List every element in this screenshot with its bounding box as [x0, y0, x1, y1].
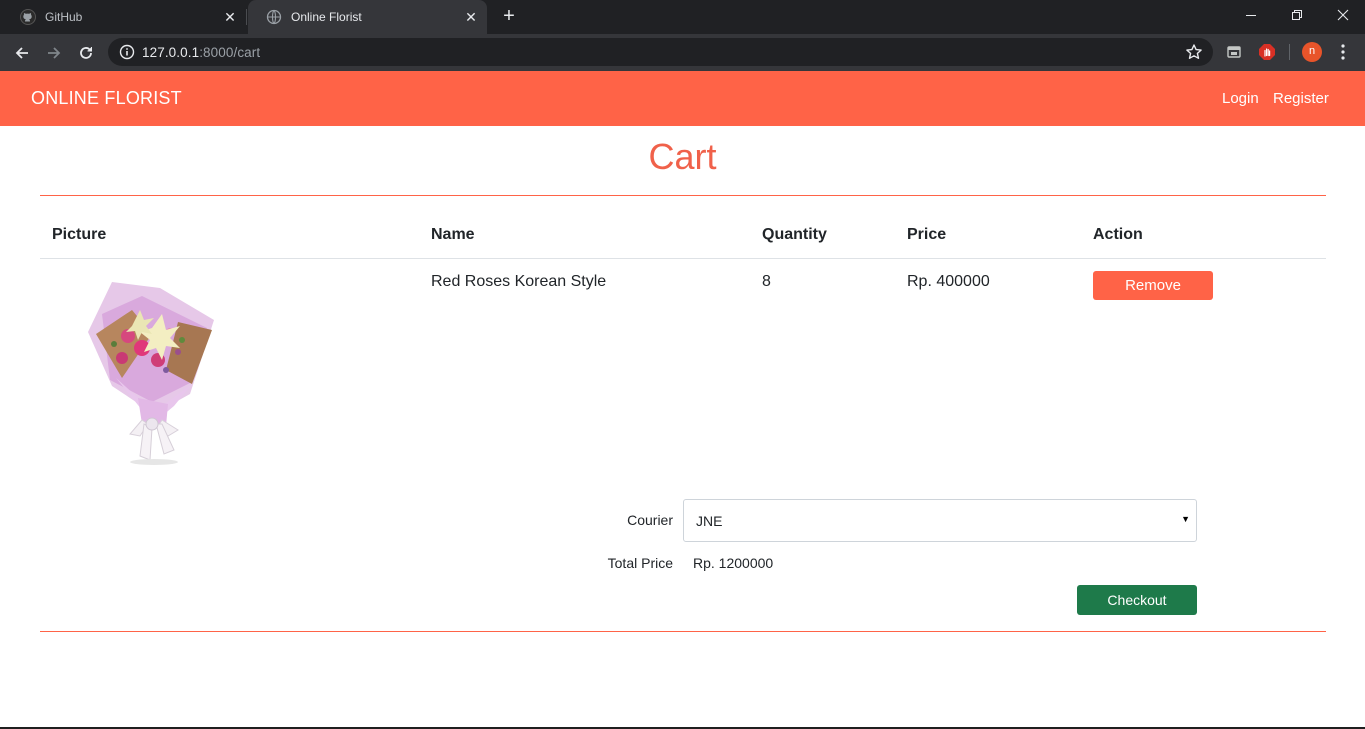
- back-arrow-icon[interactable]: [8, 39, 36, 67]
- kebab-menu-icon[interactable]: [1333, 42, 1353, 62]
- toolbar-separator: [1289, 44, 1290, 60]
- url-host: 127.0.0.1: [142, 45, 200, 60]
- nav-login-link[interactable]: Login: [1222, 90, 1259, 107]
- tab-separator: [246, 9, 247, 25]
- checkout-button[interactable]: Checkout: [1077, 585, 1197, 615]
- column-header-action: Action: [1093, 226, 1143, 243]
- bookmark-star-icon[interactable]: [1185, 43, 1203, 61]
- courier-select[interactable]: JNE ▼: [683, 499, 1197, 542]
- column-header-quantity: Quantity: [762, 226, 827, 243]
- tab-close-icon[interactable]: ✕: [222, 9, 238, 25]
- profile-avatar[interactable]: n: [1302, 42, 1322, 62]
- tab-title: Online Florist: [291, 10, 362, 24]
- tab-online-florist[interactable]: Online Florist ✕: [248, 0, 487, 34]
- nav-register-link[interactable]: Register: [1273, 90, 1329, 107]
- reload-icon[interactable]: [72, 39, 100, 67]
- product-image: [82, 274, 222, 466]
- remove-button[interactable]: Remove: [1093, 271, 1213, 300]
- minimize-icon[interactable]: [1228, 0, 1274, 30]
- restore-icon[interactable]: [1274, 0, 1320, 30]
- address-bar[interactable]: 127.0.0.1:8000/cart: [108, 38, 1213, 66]
- divider: [40, 195, 1326, 196]
- browser-tabstrip: GitHub ✕ Online Florist ✕ +: [0, 0, 1365, 34]
- site-brand[interactable]: ONLINE FLORIST: [31, 88, 182, 109]
- cast-extension-icon[interactable]: [1224, 42, 1244, 62]
- tab-title: GitHub: [45, 10, 83, 24]
- tab-github[interactable]: GitHub ✕: [2, 0, 246, 34]
- info-icon[interactable]: [119, 44, 135, 60]
- divider: [40, 631, 1326, 632]
- window-close-icon[interactable]: [1320, 0, 1365, 30]
- column-header-name: Name: [431, 226, 475, 243]
- page-title: Cart: [648, 136, 717, 177]
- total-price-label: Total Price: [607, 555, 673, 571]
- column-header-price: Price: [907, 226, 947, 243]
- globe-icon: [266, 9, 282, 25]
- courier-selected-value: JNE: [696, 513, 723, 529]
- table-row-divider: [40, 258, 1326, 259]
- github-icon: [20, 9, 36, 25]
- new-tab-button[interactable]: +: [498, 6, 520, 28]
- cart-item-quantity: 8: [762, 273, 771, 290]
- site-navbar: ONLINE FLORIST Login Register: [0, 71, 1365, 126]
- courier-label: Courier: [627, 512, 673, 528]
- url-path: :8000/cart: [199, 45, 261, 60]
- forward-arrow-icon[interactable]: [40, 39, 68, 67]
- cart-item-name: Red Roses Korean Style: [431, 273, 607, 290]
- column-header-picture: Picture: [52, 226, 107, 243]
- chevron-down-icon: ▼: [1181, 514, 1190, 524]
- cart-item-price: Rp. 400000: [907, 273, 990, 290]
- url-text: 127.0.0.1:8000/cart: [142, 45, 260, 60]
- total-price-value: Rp. 1200000: [693, 555, 774, 571]
- tab-close-icon[interactable]: ✕: [463, 9, 479, 25]
- adblock-stop-icon[interactable]: [1257, 42, 1277, 62]
